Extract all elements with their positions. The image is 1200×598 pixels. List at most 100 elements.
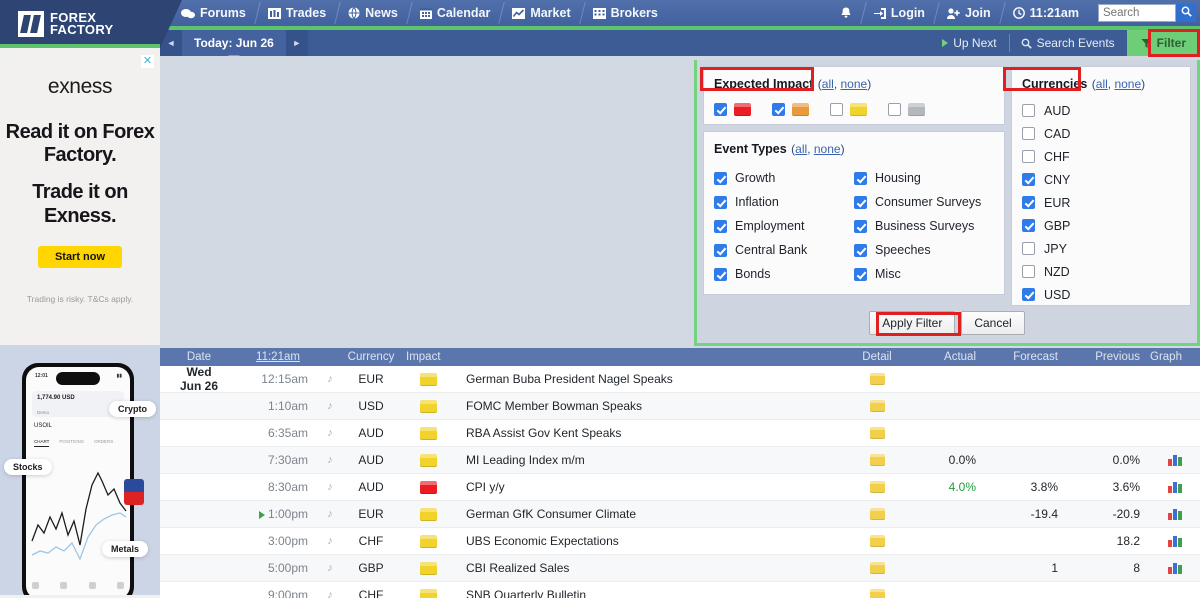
- currency-jpy[interactable]: JPY: [1022, 237, 1180, 260]
- event-type-housing[interactable]: Housing: [854, 166, 994, 190]
- notifications-bell[interactable]: [829, 0, 863, 26]
- currency-nzd[interactable]: NZD: [1022, 260, 1180, 283]
- detail-cell[interactable]: [846, 454, 908, 466]
- graph-cell[interactable]: [1146, 454, 1200, 466]
- impact-level-high[interactable]: [714, 103, 772, 116]
- currency-jpy-checkbox[interactable]: [1022, 242, 1035, 255]
- clock-time[interactable]: 11:21am: [1002, 0, 1090, 26]
- currency-cny-checkbox[interactable]: [1022, 173, 1035, 186]
- currency-eur[interactable]: EUR: [1022, 191, 1180, 214]
- event-type-consumer-surveys-checkbox[interactable]: [854, 195, 867, 209]
- graph-cell[interactable]: [1146, 508, 1200, 520]
- currency-gbp-checkbox[interactable]: [1022, 219, 1035, 232]
- table-row[interactable]: 8:30am ♪ AUD CPI y/y 4.0% 3.8% 3.6%: [160, 474, 1200, 501]
- alert-bell-icon[interactable]: ♪: [318, 481, 342, 493]
- table-row[interactable]: Wed Jun 26 12:15am ♪ EUR German Buba Pre…: [160, 365, 1200, 393]
- event-type-misc[interactable]: Misc: [854, 262, 994, 286]
- event-type-employment[interactable]: Employment: [714, 214, 854, 238]
- event-type-bonds[interactable]: Bonds: [714, 262, 854, 286]
- currency-cny[interactable]: CNY: [1022, 168, 1180, 191]
- detail-cell[interactable]: [846, 508, 908, 520]
- event-title[interactable]: German Buba President Nagel Speaks: [456, 372, 846, 386]
- apply-filter-button[interactable]: Apply Filter: [869, 311, 956, 335]
- alert-bell-icon[interactable]: ♪: [318, 454, 342, 466]
- table-row[interactable]: 3:00pm ♪ CHF UBS Economic Expectations 1…: [160, 528, 1200, 555]
- nav-item-calendar[interactable]: Calendar: [409, 0, 502, 26]
- impact-select-none-link[interactable]: none: [840, 77, 867, 91]
- graph-cell[interactable]: [1146, 535, 1200, 547]
- detail-cell[interactable]: [846, 562, 908, 574]
- ad-cta-button[interactable]: Start now: [38, 245, 122, 268]
- current-date-label[interactable]: Today: Jun 26: [182, 30, 286, 61]
- graph-cell[interactable]: [1146, 481, 1200, 493]
- header-time[interactable]: 11:21am: [238, 351, 318, 363]
- currencies-select-all-link[interactable]: all: [1096, 77, 1108, 91]
- nav-item-market[interactable]: Market: [501, 0, 581, 26]
- currency-eur-checkbox[interactable]: [1022, 196, 1035, 209]
- search-input[interactable]: [1098, 4, 1176, 22]
- event-type-employment-checkbox[interactable]: [714, 219, 727, 233]
- event-title[interactable]: SNB Quarterly Bulletin: [456, 588, 846, 598]
- alert-bell-icon[interactable]: ♪: [318, 589, 342, 598]
- event-type-bonds-checkbox[interactable]: [714, 267, 727, 281]
- alert-bell-icon[interactable]: ♪: [318, 373, 342, 385]
- currency-usd-checkbox[interactable]: [1022, 288, 1035, 301]
- detail-cell[interactable]: [846, 400, 908, 412]
- up-next-button[interactable]: Up Next: [930, 30, 1008, 56]
- event-type-consumer-surveys[interactable]: Consumer Surveys: [854, 190, 994, 214]
- event-type-central-bank-checkbox[interactable]: [714, 243, 727, 257]
- nav-item-brokers[interactable]: Brokers: [582, 0, 669, 26]
- currency-gbp[interactable]: GBP: [1022, 214, 1180, 237]
- event-type-inflation-checkbox[interactable]: [714, 195, 727, 209]
- impact-high-checkbox[interactable]: [714, 103, 727, 116]
- nav-item-forums[interactable]: Forums: [170, 0, 257, 26]
- currency-cad-checkbox[interactable]: [1022, 127, 1035, 140]
- event-title[interactable]: CPI y/y: [456, 480, 846, 494]
- alert-bell-icon[interactable]: ♪: [318, 562, 342, 574]
- detail-cell[interactable]: [846, 424, 908, 439]
- event-type-speeches[interactable]: Speeches: [854, 238, 994, 262]
- close-icon[interactable]: ✕: [141, 55, 154, 68]
- detail-cell[interactable]: [846, 478, 908, 493]
- alert-bell-icon[interactable]: ♪: [318, 400, 342, 412]
- impact-select-all-link[interactable]: all: [822, 77, 834, 91]
- impact-low-checkbox[interactable]: [830, 103, 843, 116]
- event-title[interactable]: CBI Realized Sales: [456, 561, 846, 575]
- currencies-select-none-link[interactable]: none: [1114, 77, 1141, 91]
- filter-button[interactable]: Filter: [1126, 30, 1200, 56]
- event-type-misc-checkbox[interactable]: [854, 267, 867, 281]
- table-row[interactable]: 1:10am ♪ USD FOMC Member Bowman Speaks: [160, 393, 1200, 420]
- nav-item-news[interactable]: News: [337, 0, 409, 26]
- event-type-housing-checkbox[interactable]: [854, 171, 867, 185]
- impact-level-medium[interactable]: [772, 103, 830, 116]
- graph-cell[interactable]: [1146, 562, 1200, 574]
- alert-bell-icon[interactable]: ♪: [318, 427, 342, 439]
- currency-nzd-checkbox[interactable]: [1022, 265, 1035, 278]
- event-types-select-none-link[interactable]: none: [814, 142, 841, 156]
- event-title[interactable]: UBS Economic Expectations: [456, 534, 846, 548]
- currency-cad[interactable]: CAD: [1022, 122, 1180, 145]
- event-type-speeches-checkbox[interactable]: [854, 243, 867, 257]
- search-events-button[interactable]: Search Events: [1008, 30, 1127, 56]
- event-title[interactable]: MI Leading Index m/m: [456, 453, 846, 467]
- event-types-select-all-link[interactable]: all: [795, 142, 807, 156]
- table-row[interactable]: 9:00pm ♪ CHF SNB Quarterly Bulletin: [160, 582, 1200, 598]
- detail-cell[interactable]: [846, 535, 908, 547]
- currency-usd[interactable]: USD: [1022, 283, 1180, 306]
- search-submit-button[interactable]: [1176, 4, 1196, 22]
- currency-chf[interactable]: CHF: [1022, 145, 1180, 168]
- detail-cell[interactable]: [846, 370, 908, 385]
- impact-level-low[interactable]: [830, 103, 888, 116]
- join-link[interactable]: Join: [936, 0, 1002, 26]
- event-type-central-bank[interactable]: Central Bank: [714, 238, 854, 262]
- table-row[interactable]: 6:35am ♪ AUD RBA Assist Gov Kent Speaks: [160, 420, 1200, 447]
- currency-aud-checkbox[interactable]: [1022, 104, 1035, 117]
- table-row[interactable]: 7:30am ♪ AUD MI Leading Index m/m 0.0% 0…: [160, 447, 1200, 474]
- event-title[interactable]: German GfK Consumer Climate: [456, 507, 846, 521]
- impact-level-non-economic[interactable]: [888, 103, 946, 116]
- alert-bell-icon[interactable]: ♪: [318, 535, 342, 547]
- login-link[interactable]: Login: [863, 0, 936, 26]
- next-day-button[interactable]: ►: [285, 30, 308, 56]
- detail-cell[interactable]: [846, 589, 908, 598]
- nav-item-trades[interactable]: Trades: [257, 0, 337, 26]
